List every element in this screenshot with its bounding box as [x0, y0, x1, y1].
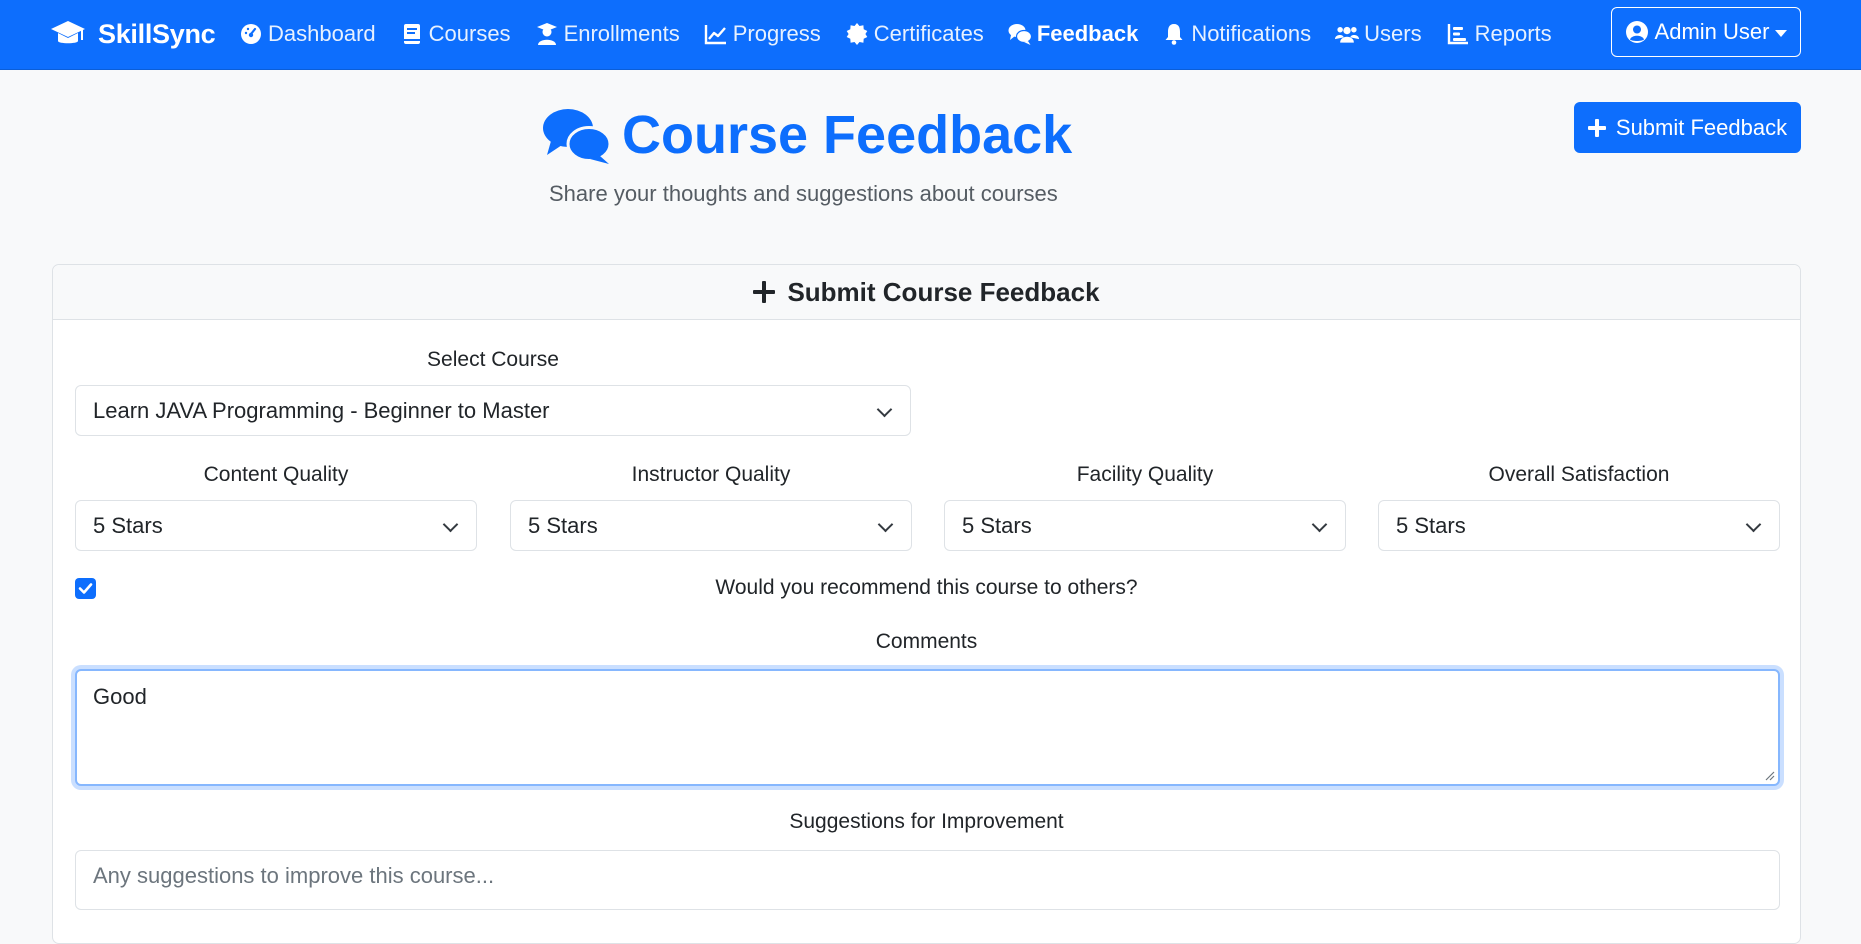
submit-feedback-label: Submit Feedback	[1615, 114, 1788, 140]
users-icon	[1335, 26, 1360, 43]
chevron-down-icon	[876, 401, 893, 418]
user-graduate-icon	[536, 23, 557, 45]
nav-item-feedback[interactable]: Feedback	[1008, 21, 1139, 47]
comments-icon	[543, 109, 612, 164]
recommend-checkbox[interactable]	[75, 578, 96, 599]
nav-label: Enrollments	[563, 21, 680, 46]
nav-item-courses[interactable]: Courses	[400, 21, 511, 47]
course-select-label: Select Course	[427, 348, 559, 371]
plus-icon	[753, 281, 776, 303]
top-navbar: SkillSync Dashboard Courses Enrollments …	[0, 0, 1861, 70]
plus-icon	[1587, 118, 1606, 137]
course-select[interactable]: Learn JAVA Programming - Beginner to Mas…	[75, 385, 911, 436]
comments-value: Good	[93, 684, 147, 709]
brand-link[interactable]: SkillSync	[50, 16, 216, 52]
page-title-text: Course Feedback	[622, 105, 1073, 165]
facility-quality-label: Facility Quality	[1076, 463, 1214, 486]
comments-icon	[1008, 24, 1032, 45]
suggestions-label: Suggestions for Improvement	[789, 810, 1064, 833]
graduation-cap-icon	[51, 21, 85, 44]
nav-label: Feedback	[1036, 21, 1139, 46]
chevron-down-icon	[1311, 516, 1328, 533]
nav-item-certificates[interactable]: Certificates	[845, 21, 984, 47]
select-value: 5 Stars	[962, 512, 1032, 538]
main-nav: Dashboard Courses Enrollments Progress C…	[239, 16, 1576, 52]
page-subtitle: Share your thoughts and suggestions abou…	[549, 181, 1058, 206]
chevron-down-icon	[442, 516, 459, 533]
certificate-icon	[846, 23, 868, 45]
nav-label: Reports	[1474, 21, 1552, 46]
select-value: 5 Stars	[528, 512, 598, 538]
card-title: Submit Course Feedback	[787, 276, 1100, 307]
nav-item-progress[interactable]: Progress	[704, 21, 821, 47]
reports-icon	[1447, 24, 1468, 45]
card-header: Submit Course Feedback	[53, 265, 1800, 320]
content-quality-select[interactable]: 5 Stars	[75, 500, 477, 551]
nav-label: Progress	[732, 21, 821, 46]
caret-down-icon	[1775, 29, 1788, 37]
overall-satisfaction-select[interactable]: 5 Stars	[1378, 500, 1780, 551]
nav-item-notifications[interactable]: Notifications	[1162, 21, 1311, 47]
dashboard-icon	[241, 24, 261, 44]
overall-satisfaction-label: Overall Satisfaction	[1488, 463, 1670, 486]
course-select-value: Learn JAVA Programming - Beginner to Mas…	[93, 397, 550, 423]
feedback-form-card: Submit Course Feedback Select Course Lea…	[52, 264, 1801, 944]
nav-label: Courses	[428, 21, 511, 46]
nav-item-users[interactable]: Users	[1335, 21, 1422, 47]
nav-label: Notifications	[1191, 21, 1312, 46]
comments-label: Comments	[875, 630, 978, 653]
nav-item-dashboard[interactable]: Dashboard	[239, 21, 376, 47]
resize-handle-icon[interactable]	[1764, 770, 1775, 781]
chevron-down-icon	[877, 516, 894, 533]
select-value: 5 Stars	[93, 512, 163, 538]
user-circle-icon	[1625, 21, 1648, 43]
page-title: Course Feedback	[542, 104, 1072, 166]
nav-label: Dashboard	[268, 21, 376, 46]
bell-icon	[1165, 24, 1183, 45]
nav-item-enrollments[interactable]: Enrollments	[535, 21, 680, 47]
nav-label: Certificates	[873, 21, 984, 46]
instructor-quality-label: Instructor Quality	[631, 463, 791, 486]
content-quality-label: Content Quality	[203, 463, 349, 486]
facility-quality-select[interactable]: 5 Stars	[944, 500, 1346, 551]
comments-textarea[interactable]: Good	[75, 669, 1780, 786]
user-name: Admin User	[1654, 19, 1770, 44]
nav-item-reports[interactable]: Reports	[1446, 21, 1552, 47]
select-value: 5 Stars	[1396, 512, 1466, 538]
chevron-down-icon	[1745, 516, 1762, 533]
recommend-label: Would you recommend this course to other…	[715, 576, 1138, 599]
suggestions-input[interactable]: Any suggestions to improve this course..…	[75, 850, 1780, 910]
nav-label: Users	[1364, 21, 1422, 46]
submit-feedback-button[interactable]: Submit Feedback	[1574, 102, 1801, 153]
brand-name: SkillSync	[98, 18, 216, 49]
checkmark-icon	[78, 583, 93, 594]
chart-line-icon	[704, 25, 726, 45]
book-icon	[403, 24, 420, 44]
user-menu-button[interactable]: Admin User	[1611, 7, 1801, 57]
instructor-quality-select[interactable]: 5 Stars	[510, 500, 912, 551]
